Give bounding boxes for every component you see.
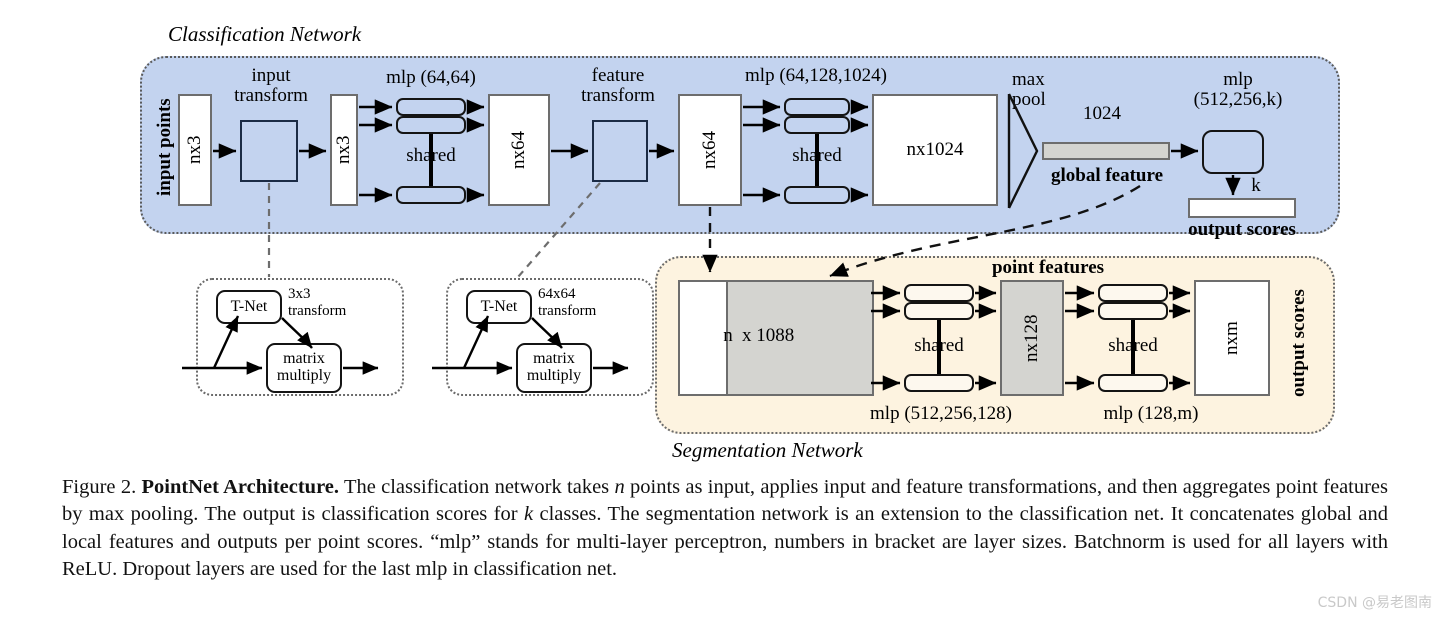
mlp1-shared-label: shared	[406, 145, 456, 166]
mlp3-box	[1202, 130, 1264, 174]
input-transform-box	[240, 120, 298, 182]
tnet-input-transform-label: 3x3 transform	[288, 286, 374, 319]
tnet-feature-matrix-multiply-box: matrix multiply	[516, 343, 592, 393]
input-transform-label-line1: input	[251, 65, 291, 86]
seg-mlp1-bar-3	[904, 374, 974, 392]
seg-mlp2-shared-label: shared	[1108, 335, 1158, 356]
caption-figure-number: Figure 2.	[62, 476, 137, 498]
nxm-label: nxm	[1220, 321, 1242, 355]
figure-canvas: Classification Network input points nx3 …	[0, 0, 1446, 620]
input-nx3-box: nx3	[178, 94, 212, 206]
max-pool-label: max pool	[1012, 69, 1078, 111]
input-transform-label: input transform	[216, 65, 326, 107]
mlp1-bar-1	[396, 98, 466, 116]
tnet-feature-transform-line1: 64x64	[538, 286, 576, 302]
caption-text-1: The classification network takes	[339, 476, 615, 498]
mlp2-bar-1	[784, 98, 850, 116]
nx128-label: nx128	[1020, 314, 1042, 362]
tnet-input-transform-line2: transform	[288, 302, 347, 319]
nx64-box-b: nx64	[678, 94, 742, 206]
segmentation-network-title: Segmentation Network	[672, 438, 863, 462]
nx1024-box: nx1024	[872, 94, 998, 206]
global-feature-bar	[1042, 142, 1170, 160]
feature-transform-label-line1: feature	[591, 65, 645, 86]
nx64-label-a: nx64	[507, 131, 529, 169]
k-label: k	[1251, 175, 1261, 196]
classification-output-scores-label: output scores	[1188, 219, 1296, 240]
segmentation-output-scores-label: output scores	[1288, 289, 1309, 397]
tnet-feature-matrix-line2: multiply	[526, 367, 582, 384]
feature-transform-box	[592, 120, 648, 182]
nx64-box-a: nx64	[488, 94, 550, 206]
mlp3-label-line2: (512,256,k)	[1193, 89, 1283, 111]
after-transform-nx3-label: nx3	[332, 135, 354, 165]
tnet-input-label: T-Net	[230, 297, 268, 315]
tnet-input-box: T-Net	[216, 290, 282, 324]
seg-mlp2-bar-3	[1098, 374, 1168, 392]
concat-dim-label: x 1088	[742, 325, 795, 346]
mlp-64-128-1024-label: mlp (64,128,1024)	[745, 65, 887, 86]
seg-mlp1-shared-label: shared	[914, 335, 964, 356]
tnet-input-matrix-line1: matrix	[283, 350, 325, 368]
seg-mlp2-label: mlp (128,m)	[1103, 403, 1199, 424]
seg-mlp1-bar-1	[904, 284, 974, 302]
mlp2-bar-3	[784, 186, 850, 204]
mlp-64-64-label: mlp (64,64)	[386, 67, 476, 88]
after-transform-nx3-box: nx3	[330, 94, 358, 206]
tnet-feature-transform-label: 64x64 transform	[538, 286, 628, 319]
mlp1-bar-3	[396, 186, 466, 204]
input-points-label: input points	[154, 98, 175, 196]
caption-italic-k: k	[523, 503, 534, 526]
nxm-box: nxm	[1194, 280, 1270, 396]
nx128-box: nx128	[1000, 280, 1064, 396]
concat-n-label: n	[723, 325, 733, 346]
mlp2-bar-2	[784, 116, 850, 134]
caption-italic-n: n	[614, 476, 625, 498]
seg-mlp1-label: mlp (512,256,128)	[870, 403, 1012, 424]
seg-mlp1-bar-2	[904, 302, 974, 320]
figure-caption: Figure 2. PointNet Architecture. The cla…	[62, 474, 1388, 583]
global-feature-size-label: 1024	[1083, 103, 1121, 124]
global-feature-label: global feature	[1050, 165, 1164, 186]
classification-network-title: Classification Network	[168, 22, 362, 46]
tnet-feature-box: T-Net	[466, 290, 532, 324]
max-pool-label-line1: max	[1012, 69, 1045, 90]
nx64-label-b: nx64	[698, 131, 720, 169]
mlp3-label-line1: mlp	[1223, 69, 1253, 90]
tnet-feature-matrix-line1: matrix	[533, 350, 575, 368]
csdn-watermark: CSDN @易老图南	[1317, 595, 1432, 611]
mlp2-shared-label: shared	[792, 145, 842, 166]
seg-mlp2-bar-2	[1098, 302, 1168, 320]
tnet-input-matrix-line2: multiply	[276, 367, 332, 384]
tnet-input-matrix-multiply-box: matrix multiply	[266, 343, 342, 393]
input-nx3-label: nx3	[183, 135, 205, 165]
max-pool-label-line2: pool	[1012, 89, 1046, 111]
tnet-input-transform-line1: 3x3	[288, 286, 311, 302]
mlp-512-256-k-label: mlp (512,256,k)	[1178, 69, 1298, 111]
caption-bold-title: PointNet Architecture.	[141, 476, 340, 498]
mlp1-bar-2	[396, 116, 466, 134]
tnet-feature-label: T-Net	[480, 297, 518, 315]
input-transform-label-line2: transform	[234, 85, 308, 107]
feature-transform-label: feature transform	[560, 65, 676, 107]
feature-transform-label-line2: transform	[581, 85, 655, 107]
point-features-label: point features	[991, 257, 1105, 278]
tnet-feature-transform-line2: transform	[538, 302, 597, 319]
classification-output-scores-bar	[1188, 198, 1296, 218]
seg-mlp2-bar-1	[1098, 284, 1168, 302]
